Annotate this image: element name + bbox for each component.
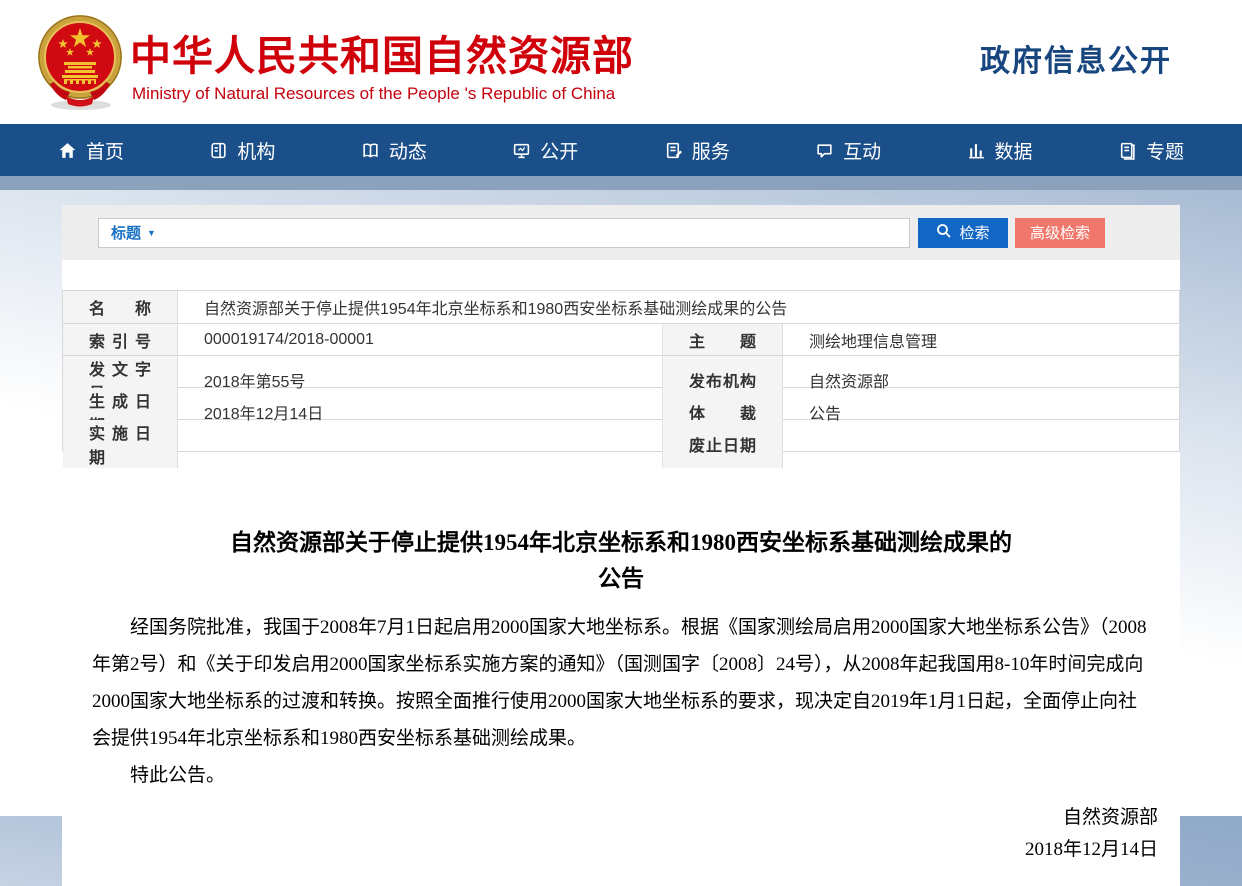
chevron-down-icon: ▼ — [147, 228, 156, 238]
search-button-label: 检索 — [959, 222, 989, 243]
search-box: 标题 ▼ — [98, 218, 910, 248]
nav-item-disclosure[interactable]: 公开 — [512, 137, 578, 164]
nav-item-organization[interactable]: 机构 — [209, 137, 275, 164]
nav-label: 首页 — [86, 137, 124, 164]
table-row: 名称 自然资源部关于停止提供1954年北京坐标系和1980西安坐标系基础测绘成果… — [63, 291, 1179, 323]
document-metadata-table: 名称 自然资源部关于停止提供1954年北京坐标系和1980西安坐标系基础测绘成果… — [62, 290, 1180, 452]
nav-label: 互动 — [843, 137, 881, 164]
table-row: 实施日期 废止日期 — [63, 419, 1179, 451]
advanced-search-label: 高级检索 — [1030, 222, 1090, 243]
main-nav: 首页 机构 动态 公开 服务 互动 数据 — [0, 124, 1242, 176]
search-bar: 标题 ▼ 检索 高级检索 — [62, 205, 1180, 260]
home-icon — [58, 141, 77, 160]
document-paragraph: 特此公告。 — [78, 757, 1164, 794]
document-title: 自然资源部关于停止提供1954年北京坐标系和1980西安坐标系基础测绘成果的公告 — [221, 525, 1021, 597]
nav-item-data[interactable]: 数据 — [967, 137, 1033, 164]
site-header: 中华人民共和国自然资源部 Ministry of Natural Resourc… — [0, 0, 1242, 124]
meta-label-name: 名称 — [63, 291, 178, 323]
search-field-selector[interactable]: 标题 ▼ — [111, 222, 156, 243]
signature-block: 自然资源部 2018年12月14日 — [78, 802, 1164, 866]
nav-item-news[interactable]: 动态 — [361, 137, 427, 164]
data-chart-icon — [967, 141, 986, 160]
meta-value-repeal-date — [783, 420, 1179, 468]
table-row: 索引号 000019174/2018-00001 主题 测绘地理信息管理 — [63, 323, 1179, 355]
site-title: 中华人民共和国自然资源部 — [130, 22, 634, 82]
signature-date: 2018年12月14日 — [78, 834, 1158, 866]
news-book-icon — [361, 141, 380, 160]
nav-label: 公开 — [540, 137, 578, 164]
nav-label: 机构 — [237, 137, 275, 164]
meta-label-subject: 主题 — [663, 324, 783, 355]
search-input[interactable] — [156, 219, 909, 247]
section-title: 政府信息公开 — [980, 36, 1172, 80]
nav-label: 专题 — [1146, 137, 1184, 164]
disclosure-screen-icon — [512, 141, 531, 160]
announcement-document: 自然资源部关于停止提供1954年北京坐标系和1980西安坐标系基础测绘成果的公告… — [62, 525, 1180, 866]
document-body: 经国务院批准，我国于2008年7月1日起启用2000国家大地坐标系。根据《国家测… — [78, 609, 1164, 794]
content-panel: 标题 ▼ 检索 高级检索 名称 自然资源部关于停止提供1954年北京坐标系和19… — [62, 205, 1180, 886]
nav-item-service[interactable]: 服务 — [664, 137, 730, 164]
nav-item-home[interactable]: 首页 — [58, 137, 124, 164]
search-button[interactable]: 检索 — [918, 218, 1008, 248]
nav-label: 服务 — [692, 137, 730, 164]
meta-label-repeal-date: 废止日期 — [663, 420, 783, 468]
meta-label-index-no: 索引号 — [63, 324, 178, 355]
meta-value-index-no: 000019174/2018-00001 — [178, 324, 663, 355]
organization-icon — [209, 141, 228, 160]
document-paragraph: 经国务院批准，我国于2008年7月1日起启用2000国家大地坐标系。根据《国家测… — [78, 609, 1164, 757]
nav-item-interaction[interactable]: 互动 — [815, 137, 881, 164]
service-edit-icon — [664, 141, 683, 160]
meta-value-effective-date — [178, 420, 663, 468]
nav-label: 动态 — [389, 137, 427, 164]
site-subtitle: Ministry of Natural Resources of the Peo… — [132, 84, 615, 104]
national-emblem — [34, 12, 126, 112]
meta-value-name: 自然资源部关于停止提供1954年北京坐标系和1980西安坐标系基础测绘成果的公告 — [178, 291, 1179, 323]
topics-book-icon — [1118, 141, 1137, 160]
table-row: 生成日期 2018年12月14日 体裁 公告 — [63, 387, 1179, 419]
signature-agency: 自然资源部 — [78, 802, 1158, 834]
table-row: 发文字号 2018年第55号 发布机构 自然资源部 — [63, 355, 1179, 387]
nav-label: 数据 — [995, 137, 1033, 164]
search-icon — [936, 223, 952, 243]
search-field-label: 标题 — [111, 222, 141, 243]
nav-substrip — [0, 176, 1242, 190]
interaction-chat-icon — [815, 141, 834, 160]
nav-item-topics[interactable]: 专题 — [1118, 137, 1184, 164]
meta-label-effective-date: 实施日期 — [63, 420, 178, 468]
advanced-search-button[interactable]: 高级检索 — [1015, 218, 1105, 248]
meta-value-subject: 测绘地理信息管理 — [783, 324, 1179, 355]
